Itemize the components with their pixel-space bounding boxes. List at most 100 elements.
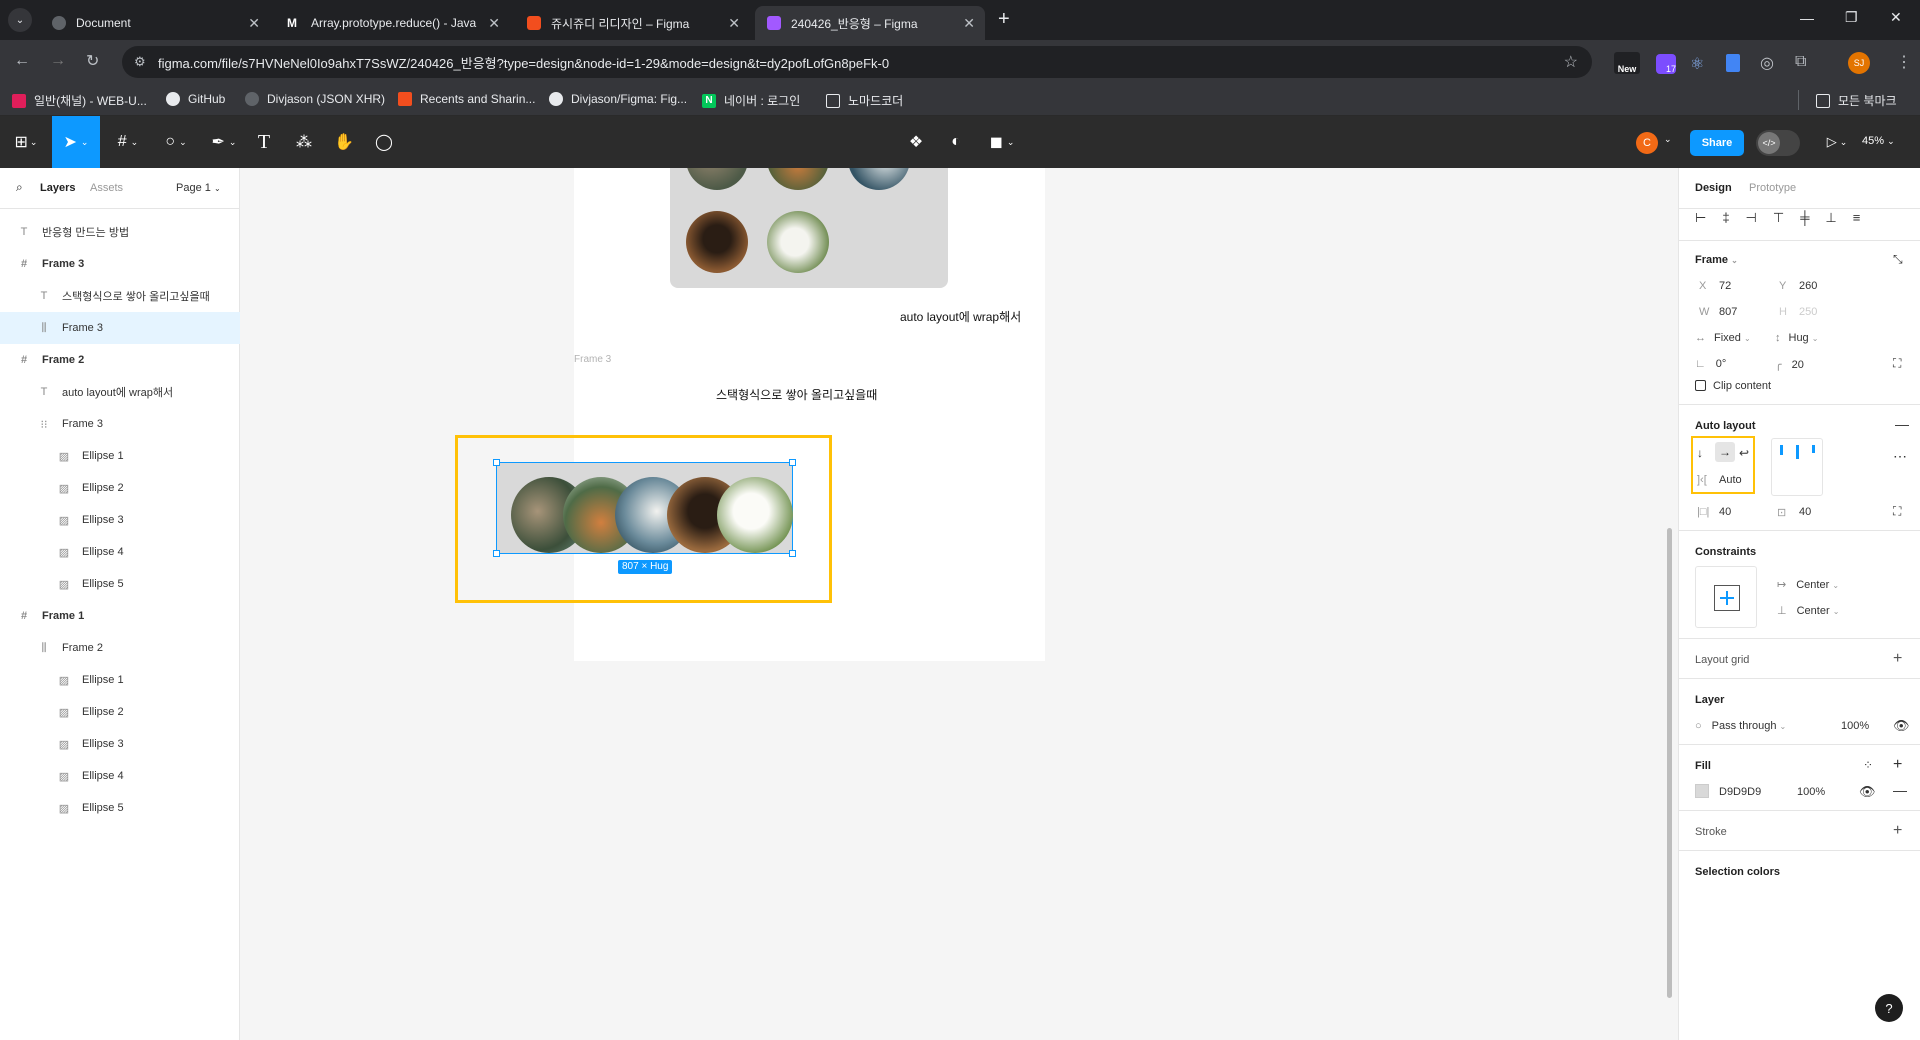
extensions-puzzle-icon[interactable]: ⧉ [1795, 53, 1806, 71]
layer-row[interactable]: ⫼ Frame 3 [0, 312, 240, 344]
chevron-down-icon[interactable]: ⌄ [1664, 134, 1672, 145]
share-button[interactable]: Share [1690, 130, 1744, 156]
vertical-padding-input[interactable]: 40 [1799, 506, 1811, 518]
layer-row[interactable]: ▨ Ellipse 1 [0, 664, 240, 696]
extension-doc-icon[interactable] [1726, 54, 1740, 72]
all-bookmarks-folder[interactable]: 모든 북마크 [1816, 92, 1897, 109]
bookmark-folder[interactable]: 노마드코더 [826, 92, 903, 109]
forward-icon[interactable]: → [50, 52, 66, 70]
horizontal-direction-icon[interactable]: → [1715, 442, 1735, 462]
alignment-grid[interactable] [1771, 438, 1823, 496]
tab-prototype[interactable]: Prototype [1749, 182, 1796, 194]
tab-assets[interactable]: Assets [90, 182, 123, 194]
new-tab-plus-icon[interactable]: + [998, 8, 1010, 31]
back-icon[interactable]: ← [14, 52, 30, 70]
fill-opacity-input[interactable]: 100% [1797, 786, 1825, 798]
vertical-constraint-select[interactable]: ⊥ Center ⌄ [1777, 604, 1839, 617]
vertical-direction-icon[interactable]: ↓ [1697, 446, 1703, 460]
bookmark-item[interactable]: Divjason/Figma: Fig... [549, 92, 687, 106]
bookmark-item[interactable]: Divjason (JSON XHR) [245, 92, 385, 106]
extension-circle-icon[interactable]: ◎ [1760, 53, 1774, 73]
horizontal-constraint-select[interactable]: ↦ Center ⌄ [1777, 578, 1839, 591]
resize-handle[interactable] [493, 550, 500, 557]
minimize-icon[interactable]: — [1800, 10, 1814, 26]
restore-icon[interactable]: ❐ [1845, 9, 1858, 26]
layer-row[interactable]: # Frame 3 [0, 248, 240, 280]
align-controls[interactable]: ⊢‡⊣⊤╪⊥≡ [1695, 210, 1876, 226]
reload-icon[interactable]: ↻ [86, 51, 99, 71]
close-tab-icon[interactable]: ✕ [248, 15, 260, 32]
zoom-level[interactable]: 45% ⌄ [1862, 135, 1895, 147]
mask-icon[interactable]: ◐ [942, 126, 970, 158]
layer-row[interactable]: ▨ Ellipse 4 [0, 760, 240, 792]
layer-row[interactable]: ▨ Ellipse 3 [0, 728, 240, 760]
add-stroke-icon[interactable]: + [1893, 822, 1902, 840]
bookmark-item[interactable]: 일반(채널) - WEB-U... [12, 92, 147, 109]
selected-frame-3[interactable] [493, 459, 796, 557]
constraints-widget[interactable] [1695, 566, 1757, 628]
gap-input[interactable]: Auto [1719, 474, 1742, 486]
remove-auto-layout-icon[interactable]: — [1895, 416, 1909, 432]
present-play-icon[interactable]: ▷ ⌄ [1822, 126, 1852, 158]
comment-tool-icon[interactable]: ◯ [370, 126, 398, 158]
profile-avatar[interactable]: SJ [1848, 52, 1870, 74]
browser-tab-mdn[interactable]: M Array.prototype.reduce() - Java ✕ [275, 6, 510, 40]
ellipse-image[interactable] [767, 211, 829, 273]
frame-3-label[interactable]: Frame 3 [574, 354, 611, 365]
help-button[interactable]: ? [1875, 994, 1903, 1022]
tab-design[interactable]: Design [1695, 182, 1732, 194]
browser-menu-icon[interactable]: ⋮ [1896, 52, 1912, 72]
frame-3-wrap-container[interactable] [670, 168, 948, 288]
collaborator-avatar[interactable]: C [1636, 132, 1658, 154]
canvas-scrollbar[interactable] [1667, 528, 1672, 998]
ellipse-5-image[interactable] [717, 477, 793, 553]
close-tab-icon[interactable]: ✕ [728, 15, 740, 32]
x-input[interactable]: 72 [1719, 280, 1731, 292]
rotation-input[interactable]: ∟ 0° [1695, 358, 1726, 370]
layer-row[interactable]: ⁝⁝ Frame 3 [0, 408, 240, 440]
layer-row[interactable]: ▨ Ellipse 1 [0, 440, 240, 472]
layer-row[interactable]: ▨ Ellipse 4 [0, 536, 240, 568]
w-input[interactable]: 807 [1719, 306, 1737, 318]
boolean-icon[interactable]: ◼ ⌄ [982, 126, 1022, 158]
layer-row[interactable]: T 반응형 만드는 방법 [0, 216, 240, 248]
figma-main-menu-icon[interactable]: ⊞ ⌄ [10, 126, 42, 158]
browser-tab-document[interactable]: Document ✕ [40, 6, 270, 40]
ellipse-image[interactable] [686, 211, 748, 273]
hand-tool-icon[interactable]: ✋ [330, 126, 358, 158]
horizontal-padding-input[interactable]: 40 [1719, 506, 1731, 518]
resize-handle[interactable] [789, 550, 796, 557]
wrap-direction-icon[interactable]: ↩ [1739, 446, 1749, 460]
layer-opacity-input[interactable]: 100% [1841, 720, 1869, 732]
height-mode-select[interactable]: ↕ Hug ⌄ [1775, 332, 1818, 344]
fill-color-swatch[interactable] [1695, 784, 1709, 798]
frame-2[interactable]: auto layout에 wrap해서 [574, 168, 1045, 389]
remove-fill-icon[interactable]: — [1893, 782, 1907, 798]
h-input[interactable]: 250 [1799, 306, 1817, 318]
extension-new-icon[interactable]: New [1614, 52, 1640, 74]
layer-row[interactable]: T 스택형식으로 쌓아 올리고싶을때 [0, 280, 240, 312]
layer-row[interactable]: # Frame 1 [0, 600, 240, 632]
layer-row[interactable]: ⫼ Frame 2 [0, 632, 240, 664]
shape-tool-icon[interactable]: ○ ⌄ [156, 126, 196, 158]
layer-row[interactable]: ▨ Ellipse 2 [0, 696, 240, 728]
width-mode-select[interactable]: ↔ Fixed ⌄ [1695, 332, 1751, 344]
resize-handle[interactable] [789, 459, 796, 466]
close-tab-icon[interactable]: ✕ [488, 15, 500, 32]
bookmark-item[interactable]: GitHub [166, 92, 225, 106]
fill-visibility-eye-icon[interactable]: 👁 [1859, 784, 1876, 800]
more-options-icon[interactable]: ⋯ [1893, 448, 1907, 465]
browser-tab-figma-active[interactable]: 240426_반응형 – Figma ✕ [755, 6, 985, 40]
layer-row[interactable]: ▨ Ellipse 5 [0, 792, 240, 824]
bookmark-item[interactable]: N 네이버 : 로그인 [702, 92, 800, 109]
canvas[interactable]: auto layout에 wrap해서 Frame 3 스택형식으로 쌓아 올리… [241, 168, 1678, 1040]
corner-radius-input[interactable]: ╭ 20 [1775, 358, 1804, 371]
layer-row[interactable]: ▨ Ellipse 3 [0, 504, 240, 536]
independent-corners-icon[interactable]: ⛶ [1893, 356, 1901, 371]
search-icon[interactable]: ⌕ [16, 180, 23, 195]
browser-tab-figma-redesign[interactable]: 쥬시쥬디 리디자인 – Figma ✕ [515, 6, 750, 40]
frame-2-text[interactable]: auto layout에 wrap해서 [900, 308, 1021, 325]
individual-padding-icon[interactable]: ⛶ [1893, 504, 1901, 519]
style-grid-icon[interactable]: ⁘ [1863, 758, 1873, 772]
clip-content-checkbox[interactable] [1695, 380, 1706, 391]
